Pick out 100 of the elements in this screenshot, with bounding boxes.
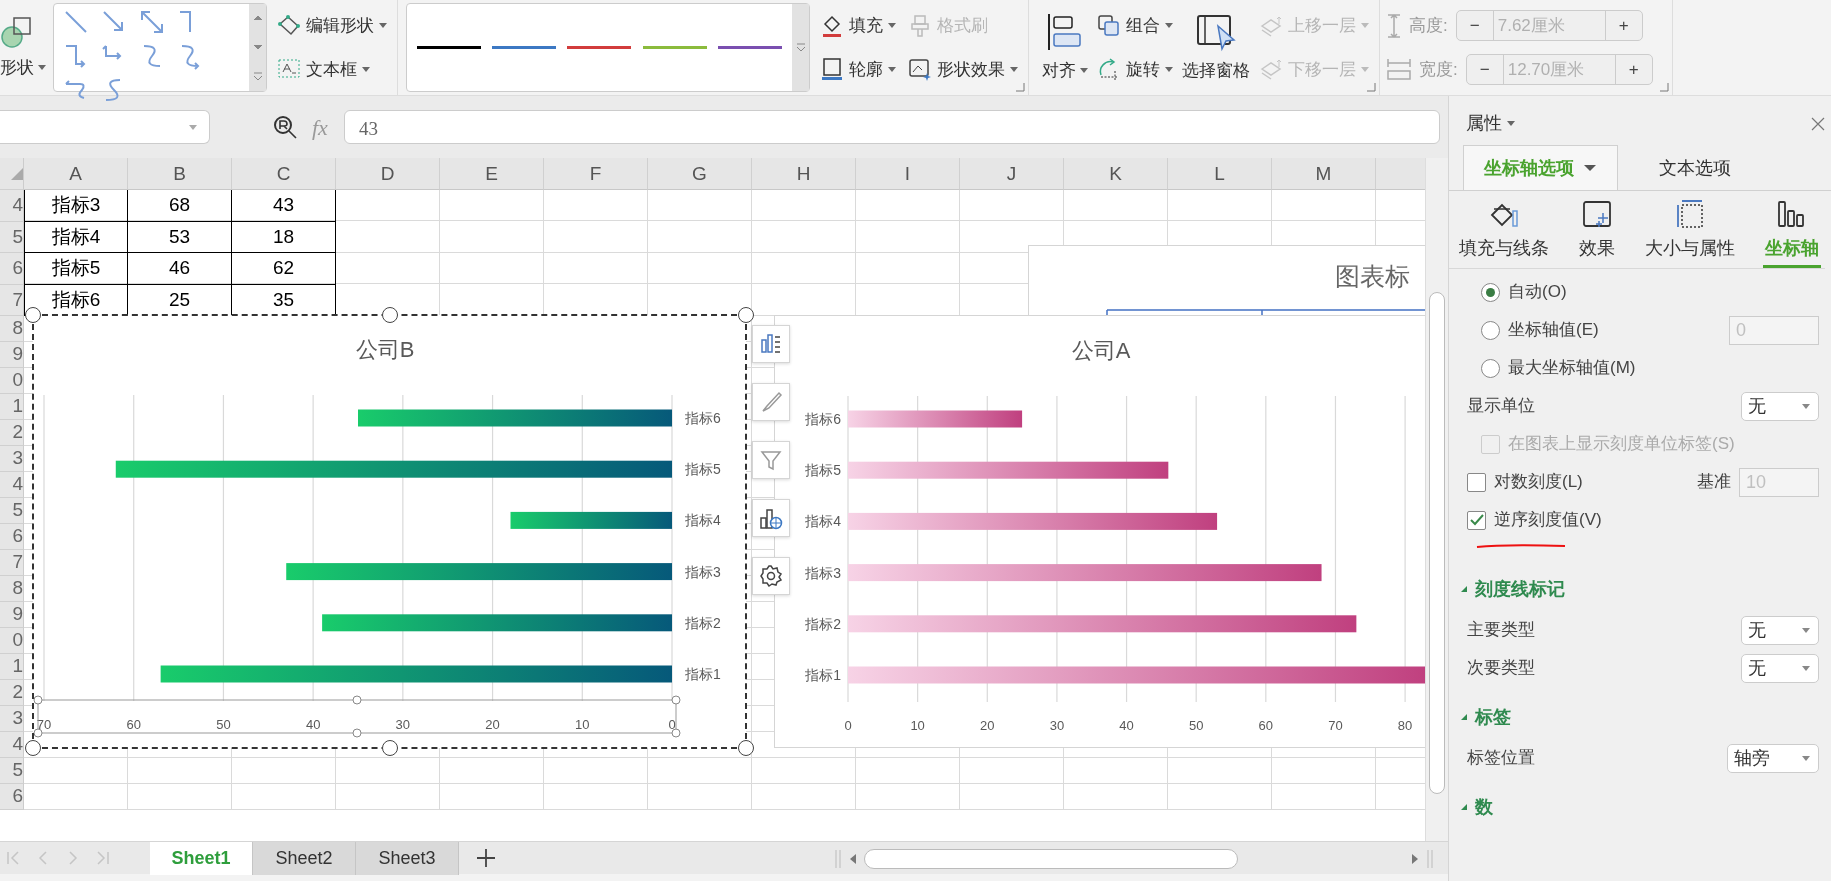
row-header[interactable]: 8	[0, 576, 24, 602]
row-header[interactable]: 1	[0, 394, 24, 420]
row-header[interactable]: 1	[0, 654, 24, 680]
line-style-swatch[interactable]	[718, 46, 783, 49]
scroll-thumb[interactable]	[1429, 292, 1445, 794]
previous-sheet-icon[interactable]	[36, 850, 50, 866]
row-header[interactable]: 0	[0, 628, 24, 654]
chart-filter-button[interactable]	[752, 441, 790, 479]
selection-pane-button[interactable]: 选择窗格	[1179, 2, 1253, 93]
line-style-swatch[interactable]	[642, 46, 707, 49]
row-header[interactable]: 2	[0, 420, 24, 446]
shapes-button[interactable]: 形状	[0, 2, 49, 93]
formula-field[interactable]: 43	[343, 110, 1440, 144]
row-header[interactable]: 5	[0, 498, 24, 524]
column-header[interactable]: C	[232, 158, 336, 190]
column-header[interactable]: M	[1272, 158, 1376, 190]
section-title[interactable]: 刻度线标记	[1475, 575, 1565, 603]
resize-handle[interactable]	[25, 740, 41, 756]
column-header[interactable]: B	[128, 158, 232, 190]
line-style-swatch[interactable]	[416, 46, 481, 49]
vertical-scrollbar[interactable]	[1425, 158, 1448, 841]
column-header[interactable]: A	[24, 158, 128, 190]
add-icon[interactable]	[475, 847, 497, 869]
column-header[interactable]: H	[752, 158, 856, 190]
row-header[interactable]: 7	[0, 550, 24, 576]
align-button[interactable]: 对齐	[1039, 2, 1091, 93]
dialog-launcher-icon[interactable]	[1015, 82, 1025, 92]
row-header[interactable]: 2	[0, 680, 24, 706]
chart-style-button[interactable]	[752, 383, 790, 421]
dialog-launcher-icon[interactable]	[1366, 82, 1376, 92]
more-icon[interactable]	[795, 43, 806, 52]
rotate-button[interactable]: 旋转	[1094, 54, 1176, 84]
panel-title-menu[interactable]: 属性	[1463, 108, 1518, 139]
chart-card[interactable]: 公司A 0 10 20 30 40 50 60 70 80 指标6 指标5 指标4 指标3 指标2 指标1	[774, 315, 1425, 748]
column-header[interactable]: F	[544, 158, 648, 190]
fill-button[interactable]: 填充	[817, 11, 899, 41]
column-header[interactable]: I	[856, 158, 960, 190]
row-header[interactable]: 6	[0, 524, 24, 550]
row-header[interactable]: 5	[0, 221, 24, 253]
column-header[interactable]: D	[336, 158, 440, 190]
dropdown-field[interactable]: 无	[1741, 653, 1819, 683]
search-icon[interactable]	[272, 114, 298, 140]
column-header[interactable]: E	[440, 158, 544, 190]
chart-type-button[interactable]	[752, 499, 790, 537]
property-tab[interactable]: 填充与线条	[1457, 199, 1551, 268]
panel-tab[interactable]: 文本选项	[1638, 145, 1752, 190]
resize-handle[interactable]	[738, 740, 754, 756]
dropdown-field[interactable]: 无	[1741, 615, 1819, 645]
expand-icon[interactable]	[1461, 804, 1467, 810]
sheet-tab[interactable]: Sheet2	[253, 841, 356, 875]
scroll-thumb[interactable]	[864, 848, 1238, 869]
radio-button[interactable]	[1481, 282, 1500, 302]
sheet-tab[interactable]: Sheet1	[150, 841, 253, 875]
property-tab[interactable]: 效果	[1577, 199, 1617, 268]
column-header[interactable]: G	[648, 158, 752, 190]
chart-settings-button[interactable]	[752, 557, 790, 595]
last-sheet-icon[interactable]	[96, 850, 110, 866]
name-box[interactable]	[0, 110, 210, 144]
scroll-right-icon[interactable]	[1410, 852, 1420, 865]
property-tab[interactable]: 大小与属性	[1643, 199, 1737, 268]
row-header[interactable]: 0	[0, 368, 24, 394]
column-header[interactable]: J	[960, 158, 1064, 190]
group-button[interactable]: 组合	[1094, 11, 1176, 41]
resize-handle[interactable]	[25, 307, 41, 323]
radio-button[interactable]	[1481, 358, 1500, 378]
sheet-tab[interactable]: Sheet3	[356, 841, 459, 875]
expand-icon[interactable]	[1461, 586, 1467, 592]
chart-card[interactable]: 公司B 70 60 50 40 30 20 10 0 指标6 指标5 指标4 指标3 指标2 指标1	[33, 315, 746, 748]
checkbox[interactable]	[1467, 472, 1486, 492]
row-header[interactable]: 8	[0, 316, 24, 342]
line-style-swatch[interactable]	[492, 46, 557, 49]
row-header[interactable]: 3	[0, 446, 24, 472]
line-style-swatch[interactable]	[567, 46, 632, 49]
scroll-down-icon[interactable]	[252, 43, 263, 52]
column-header[interactable]: K	[1064, 158, 1168, 190]
text-box-button[interactable]: 文本框	[274, 54, 390, 84]
outline-button[interactable]: 轮廓	[817, 54, 899, 84]
checkbox[interactable]	[1467, 510, 1486, 530]
row-header[interactable]: 4	[0, 190, 24, 222]
next-sheet-icon[interactable]	[66, 850, 80, 866]
resize-handle[interactable]	[738, 307, 754, 323]
row-header[interactable]: 4	[0, 732, 24, 758]
resize-handle[interactable]	[381, 307, 398, 323]
section-title[interactable]: 标签	[1475, 703, 1511, 731]
section-title[interactable]: 数	[1475, 793, 1493, 821]
chart-elements-button[interactable]	[752, 325, 790, 363]
close-icon[interactable]	[1811, 116, 1825, 131]
row-header[interactable]: 9	[0, 602, 24, 628]
radio-button[interactable]	[1481, 320, 1500, 340]
row-header[interactable]: 5	[0, 758, 24, 784]
shape-effects-button[interactable]: 形状效果	[905, 54, 1021, 84]
dialog-launcher-icon[interactable]	[1658, 82, 1669, 92]
row-header[interactable]: 9	[0, 342, 24, 368]
row-header[interactable]: 3	[0, 706, 24, 732]
row-header[interactable]: 6	[0, 784, 24, 810]
first-sheet-icon[interactable]	[6, 850, 20, 866]
edit-shape-button[interactable]: 编辑形状	[274, 11, 390, 41]
column-header[interactable]: L	[1168, 158, 1272, 190]
expand-icon[interactable]	[1461, 714, 1467, 720]
row-header[interactable]: 7	[0, 284, 24, 316]
